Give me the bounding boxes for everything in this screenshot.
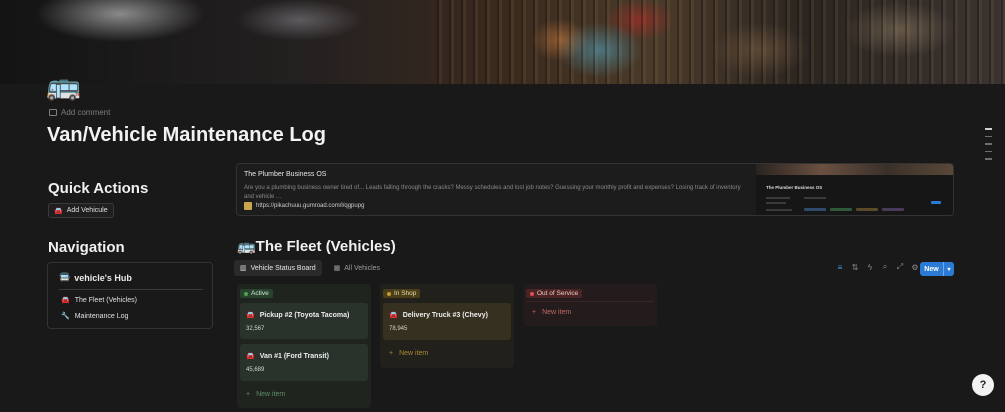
- cover-image: [0, 0, 1005, 84]
- vehicle-card[interactable]: 🚘 Delivery Truck #3 (Chevy) 78,945: [383, 303, 511, 340]
- car-icon: 🚘: [54, 207, 63, 215]
- vehicle-card-title: 🚘 Van #1 (Ford Transit): [246, 352, 329, 361]
- bookmark-description: Are you a plumbing business owner tired …: [244, 185, 741, 200]
- tab-vehicle-status-board[interactable]: ▥ Vehicle Status Board: [234, 260, 322, 276]
- settings-icon[interactable]: ⚙: [911, 263, 919, 272]
- car-icon: 🚘: [246, 353, 255, 360]
- board-column-in-shop: In Shop 🚘 Delivery Truck #3 (Chevy) 78,94…: [380, 284, 514, 368]
- vehicle-card[interactable]: 🚘 Van #1 (Ford Transit) 45,689: [240, 344, 368, 381]
- vehicle-card[interactable]: 🚘 Pickup #2 (Toyota Tacoma) 32,567: [240, 303, 368, 339]
- nav-link-fleet-label: The Fleet (Vehicles): [74, 296, 137, 304]
- table-of-contents[interactable]: [985, 128, 992, 160]
- bookmark-url-text: https://pikachuuu.gumroad.com/l/qgpupg: [256, 203, 365, 209]
- vehicles-hub-link[interactable]: 🚍 vehicle's Hub: [59, 272, 132, 283]
- view-tabs: ▥ Vehicle Status Board ▦ All Vehicles: [234, 260, 386, 276]
- add-vehicle-button[interactable]: 🚘 Add Vehicule: [48, 203, 114, 218]
- page-icon[interactable]: 🚌: [46, 72, 81, 100]
- nav-link-maintenance-label: Maintenance Log: [74, 312, 129, 320]
- new-item-button[interactable]: + New item: [532, 309, 571, 316]
- bookmark-thumbnail-title: The Plumber Business OS: [766, 185, 823, 190]
- sort-icon[interactable]: ⇅: [851, 263, 859, 272]
- add-comment-label: Add comment: [61, 108, 111, 117]
- board-icon: ▥: [240, 265, 247, 272]
- status-badge: In Shop: [383, 289, 421, 298]
- vehicle-card-title: 🚘 Delivery Truck #3 (Chevy): [389, 311, 488, 320]
- wrench-icon: 🔧: [61, 313, 70, 320]
- bus-icon: 🚍: [59, 272, 71, 282]
- navigation-box: 🚍 vehicle's Hub 🚘 The Fleet (Vehicles) 🔧…: [47, 262, 213, 329]
- search-icon[interactable]: ⌕: [881, 262, 889, 272]
- vehicle-mileage: 45,689: [246, 367, 265, 373]
- tab-label: Vehicle Status Board: [250, 264, 316, 272]
- board-column-out-of-service: Out of Service + New item: [523, 284, 657, 326]
- car-icon: 🚘: [61, 297, 70, 304]
- nav-link-maintenance[interactable]: 🔧 Maintenance Log: [61, 312, 129, 321]
- add-vehicle-label: Add Vehicule: [66, 207, 108, 214]
- navigation-heading: Navigation: [48, 239, 125, 256]
- board-column-active: Active 🚘 Pickup #2 (Toyota Tacoma) 32,567…: [237, 284, 371, 408]
- database-toolbar: ≡ ⇅ ϟ ⌕ ⤢ ⚙: [836, 262, 919, 272]
- new-button[interactable]: New ▾: [920, 262, 954, 276]
- divider: [526, 301, 654, 302]
- plus-icon: +: [532, 309, 537, 316]
- chevron-down-icon[interactable]: ▾: [943, 262, 954, 276]
- page-title[interactable]: Van/Vehicle Maintenance Log: [47, 124, 326, 147]
- comment-icon: [49, 109, 57, 116]
- tab-all-vehicles[interactable]: ▦ All Vehicles: [328, 260, 386, 276]
- filter-icon[interactable]: ≡: [836, 263, 844, 272]
- favicon-icon: [244, 202, 252, 210]
- vehicle-mileage: 32,567: [246, 326, 265, 332]
- vehicles-hub-label: vehicle's Hub: [74, 272, 132, 283]
- new-item-button[interactable]: + New item: [389, 350, 428, 357]
- new-button-label: New: [924, 265, 939, 273]
- help-button[interactable]: ?: [972, 374, 994, 396]
- plus-icon: +: [389, 350, 394, 357]
- bookmark-url: https://pikachuuu.gumroad.com/l/qgpupg: [244, 202, 364, 210]
- status-badge: Active: [240, 289, 273, 298]
- table-icon: ▦: [333, 265, 341, 272]
- add-comment-button[interactable]: Add comment: [49, 108, 110, 117]
- bookmark-thumbnail: The Plumber Business OS: [756, 164, 953, 215]
- vehicle-mileage: 78,945: [389, 326, 408, 332]
- nav-link-fleet[interactable]: 🚘 The Fleet (Vehicles): [61, 296, 137, 305]
- bookmark-title: The Plumber Business OS: [244, 171, 327, 178]
- tab-label: All Vehicles: [344, 264, 381, 272]
- vehicle-card-title: 🚘 Pickup #2 (Toyota Tacoma): [246, 311, 350, 320]
- fleet-heading[interactable]: 🚌The Fleet (Vehicles): [237, 237, 396, 255]
- automation-icon[interactable]: ϟ: [866, 263, 874, 272]
- bookmark-card[interactable]: The Plumber Business OS Are you a plumbi…: [236, 163, 954, 216]
- new-item-button[interactable]: + New item: [246, 391, 285, 398]
- car-icon: 🚘: [389, 312, 398, 319]
- expand-icon[interactable]: ⤢: [896, 262, 904, 272]
- status-badge: Out of Service: [526, 289, 583, 298]
- plus-icon: +: [246, 391, 251, 398]
- quick-actions-heading: Quick Actions: [48, 180, 149, 197]
- divider: [59, 289, 203, 290]
- car-icon: 🚘: [246, 312, 255, 319]
